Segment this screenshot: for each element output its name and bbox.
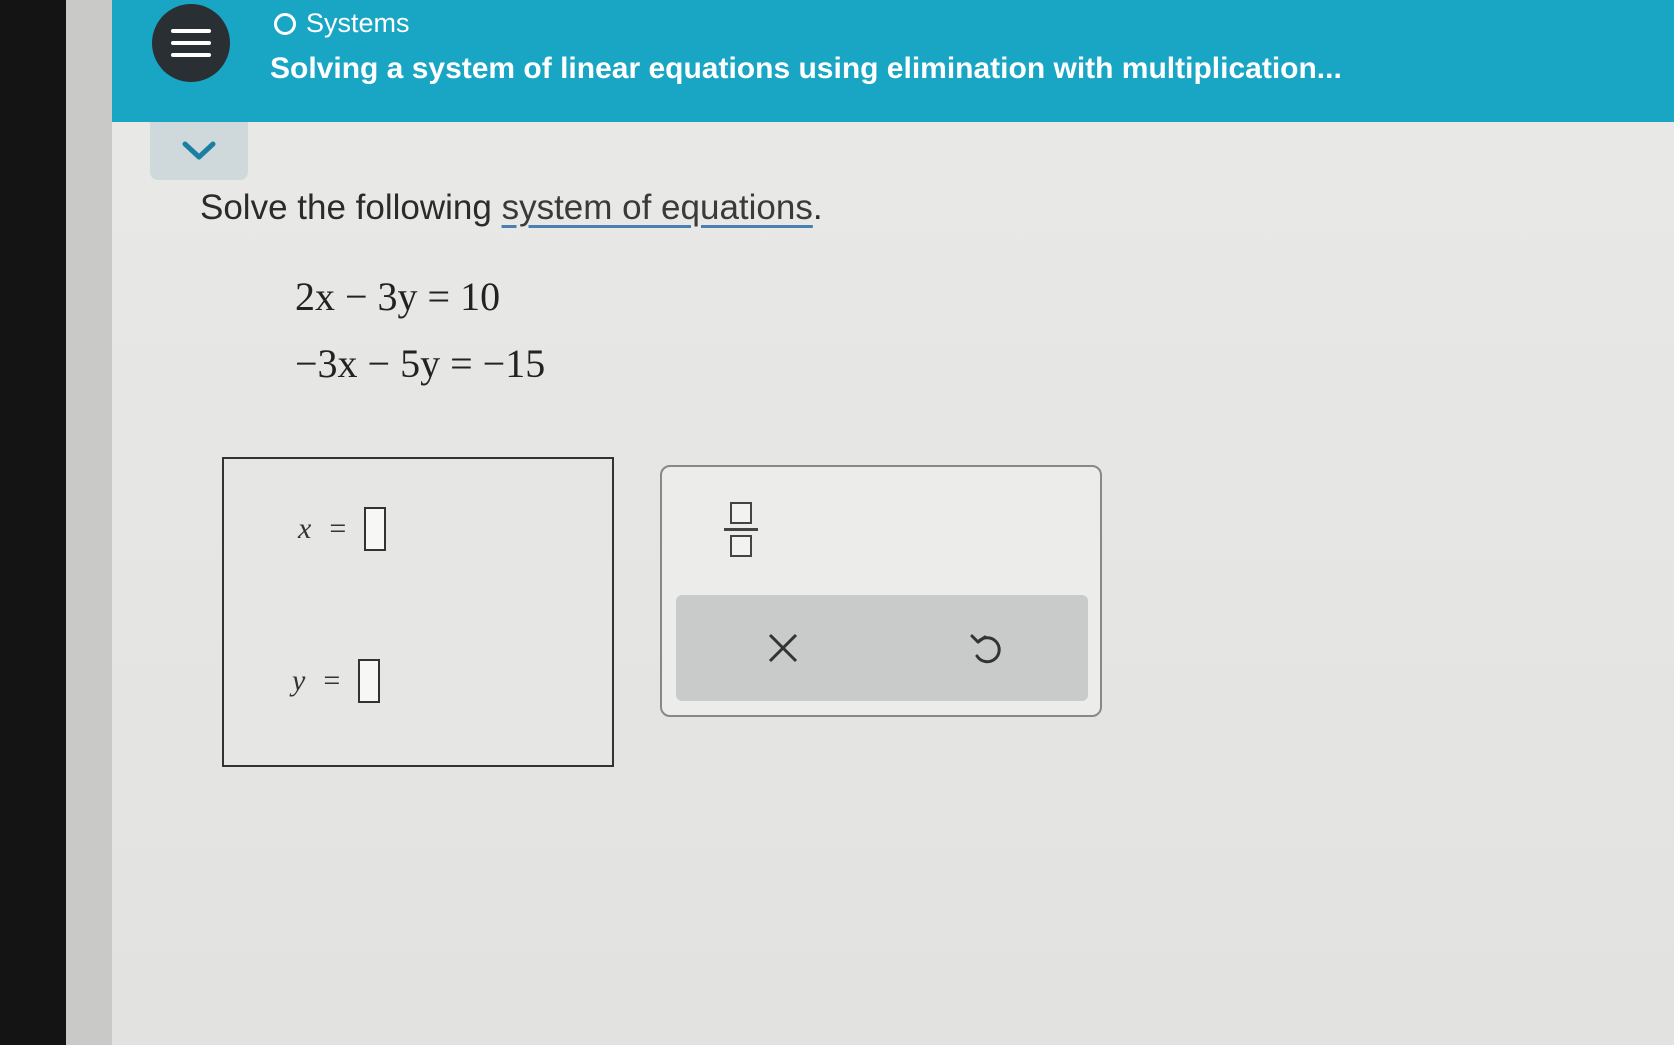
topic-label: Systems — [306, 8, 410, 38]
question-prompt: Solve the following system of equations. — [200, 188, 823, 228]
y-answer-row: y = — [292, 659, 381, 703]
chevron-down-icon — [182, 141, 216, 160]
hamburger-menu-icon[interactable] — [152, 4, 230, 82]
fraction-button[interactable] — [716, 493, 766, 565]
undo-icon — [970, 634, 1001, 664]
collapse-button[interactable] — [150, 122, 248, 180]
undo-button[interactable] — [960, 621, 1014, 675]
left-margin-strip — [66, 0, 112, 1045]
answer-box: x = y = — [222, 457, 614, 767]
math-keypad — [660, 465, 1102, 717]
x-answer-row: x = — [298, 507, 387, 551]
screen-bezel — [0, 0, 66, 1045]
x-input[interactable] — [364, 507, 387, 551]
lesson-title: Solving a system of linear equations usi… — [270, 52, 1342, 85]
clear-button[interactable] — [756, 621, 810, 675]
equation-1: 2x − 3y = 10 — [295, 274, 501, 319]
x-equals-sign: = — [329, 512, 347, 545]
prompt-suffix: . — [812, 188, 823, 227]
keypad-action-bar — [676, 595, 1088, 701]
y-label: y — [292, 664, 306, 697]
system-of-equations-link[interactable]: system of equations — [502, 188, 813, 227]
x-icon — [768, 633, 798, 663]
fraction-icon — [724, 527, 758, 531]
prompt-prefix: Solve the following — [200, 188, 502, 227]
circle-outline-icon — [274, 12, 296, 35]
y-equals-sign: = — [323, 664, 341, 697]
y-input[interactable] — [358, 659, 381, 703]
equation-2: −3x − 5y = −15 — [295, 341, 546, 386]
topic-breadcrumb: Systems — [274, 8, 410, 39]
fraction-numerator-box — [730, 501, 752, 524]
fraction-denominator-box — [730, 534, 752, 557]
x-label: x — [298, 512, 312, 545]
